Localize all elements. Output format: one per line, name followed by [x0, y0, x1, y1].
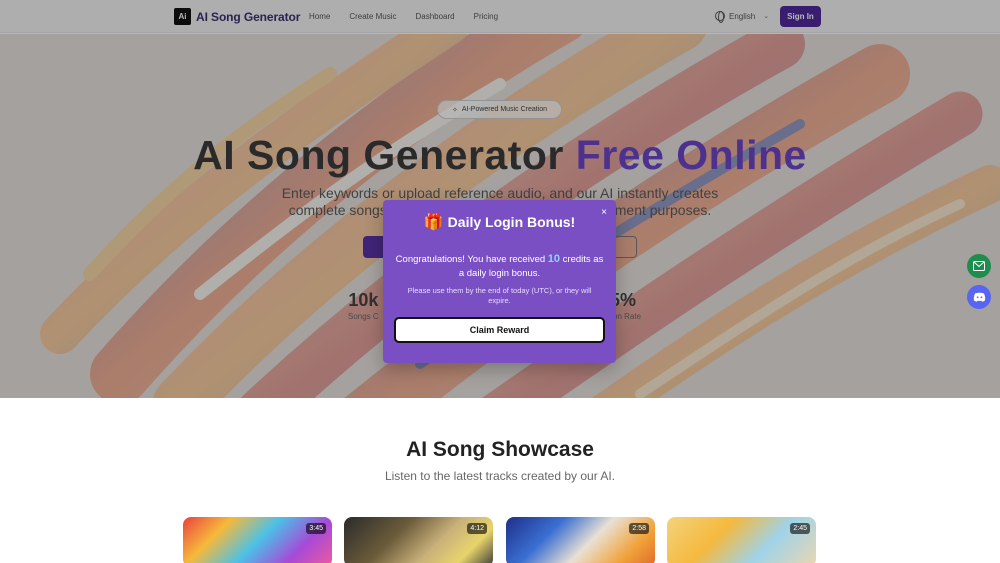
daily-bonus-modal: × 🎁 Daily Login Bonus! Congratulations! … — [383, 200, 616, 363]
credits-amount: 10 — [547, 253, 561, 265]
song-card[interactable]: 3:45 — [183, 517, 332, 563]
song-card[interactable]: 4:12 — [344, 517, 493, 563]
claim-reward-button[interactable]: Claim Reward — [394, 317, 605, 343]
song-duration: 4:12 — [467, 523, 487, 534]
song-duration: 3:45 — [306, 523, 326, 534]
discord-button[interactable] — [967, 285, 991, 309]
song-duration: 2:45 — [790, 523, 810, 534]
modal-expiry-note: Please use them by the end of today (UTC… — [407, 286, 592, 305]
modal-title-text: Daily Login Bonus! — [447, 214, 576, 230]
modal-message: Congratulations! You have received 10 cr… — [395, 252, 604, 281]
mail-icon — [973, 261, 985, 271]
song-card[interactable]: 2:58 — [506, 517, 655, 563]
showcase-subtitle: Listen to the latest tracks created by o… — [384, 469, 616, 483]
message-prefix: Congratulations! You have received — [395, 254, 546, 265]
discord-icon — [973, 292, 985, 302]
song-card[interactable]: 2:45 — [667, 517, 816, 563]
contact-mail-button[interactable] — [967, 254, 991, 278]
gift-icon: 🎁 — [423, 214, 444, 231]
modal-title: 🎁 Daily Login Bonus! — [383, 212, 616, 232]
song-duration: 2:58 — [629, 523, 649, 534]
showcase-title: AI Song Showcase — [406, 438, 594, 461]
